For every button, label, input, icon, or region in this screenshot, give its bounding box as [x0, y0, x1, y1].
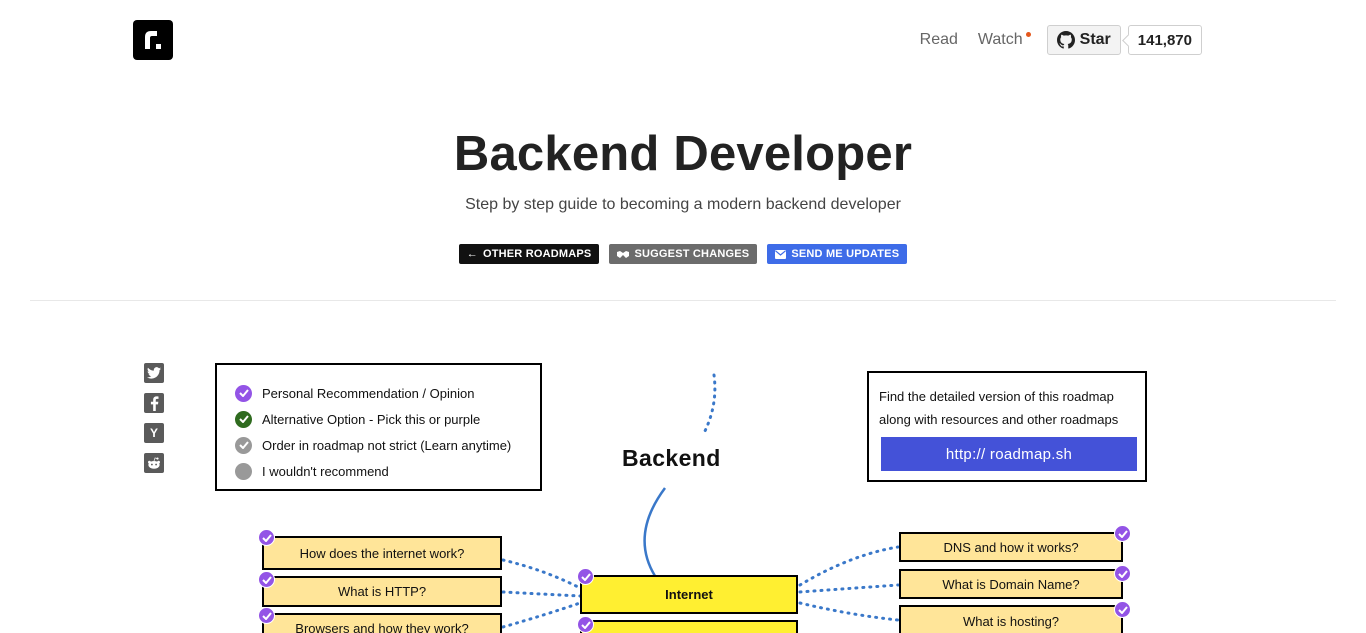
- legend-label: Personal Recommendation / Opinion: [262, 385, 475, 401]
- node-internet-how[interactable]: How does the internet work?: [262, 536, 502, 570]
- purple-check-icon: [577, 568, 594, 585]
- node-next-section[interactable]: [580, 620, 798, 633]
- node-internet[interactable]: Internet: [580, 575, 798, 614]
- purple-check-icon: [258, 607, 275, 624]
- gray-circle-icon: [235, 462, 252, 480]
- roadmap-sh-link[interactable]: http:// roadmap.sh: [881, 437, 1137, 471]
- legend-label: Alternative Option - Pick this or purple: [262, 411, 481, 427]
- node-domain-name[interactable]: What is Domain Name?: [899, 569, 1123, 599]
- purple-check-icon: [258, 529, 275, 546]
- purple-check-icon: [577, 616, 594, 633]
- legend-label: I wouldn't recommend: [262, 463, 389, 479]
- roadmap-info-box: Find the detailed version of this roadma…: [867, 371, 1147, 482]
- roadmap-canvas: Personal Recommendation / Opinion Altern…: [0, 0, 1366, 633]
- node-hosting[interactable]: What is hosting?: [899, 605, 1123, 633]
- info-line-2: along with resources and other roadmaps: [879, 412, 1119, 427]
- purple-check-icon: [235, 384, 252, 402]
- gray-check-icon: [235, 436, 252, 454]
- green-check-icon: [235, 410, 252, 428]
- roadmap-legend: Personal Recommendation / Opinion Altern…: [215, 363, 542, 491]
- purple-check-icon: [1114, 565, 1131, 582]
- legend-item-recommendation: Personal Recommendation / Opinion: [235, 380, 540, 406]
- roadmap-root-label: Backend: [622, 445, 721, 471]
- roadmap-connectors: [501, 373, 900, 629]
- purple-check-icon: [1114, 525, 1131, 542]
- legend-item-alternative: Alternative Option - Pick this or purple: [235, 406, 540, 432]
- node-browsers[interactable]: Browsers and how they work?: [262, 613, 502, 633]
- node-what-is-http[interactable]: What is HTTP?: [262, 576, 502, 607]
- purple-check-icon: [258, 571, 275, 588]
- info-line-1: Find the detailed version of this roadma…: [879, 389, 1114, 404]
- node-dns[interactable]: DNS and how it works?: [899, 532, 1123, 562]
- legend-item-order: Order in roadmap not strict (Learn anyti…: [235, 432, 540, 458]
- purple-check-icon: [1114, 601, 1131, 618]
- legend-item-not-recommended: I wouldn't recommend: [235, 458, 540, 484]
- legend-label: Order in roadmap not strict (Learn anyti…: [262, 437, 512, 453]
